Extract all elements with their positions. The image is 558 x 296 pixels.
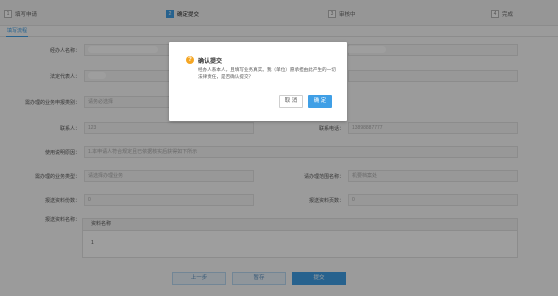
- dialog-title: 确认提交: [198, 59, 223, 65]
- confirm-submit-dialog: ? 确认提交 经办人系本人，且填写业务真实。我（单位）愿承担由此产生的一切法律责…: [169, 42, 347, 121]
- cancel-button[interactable]: 取 消: [279, 95, 303, 108]
- confirm-button[interactable]: 确 定: [308, 95, 332, 108]
- dialog-message: 经办人系本人，且填写业务真实。我（单位）愿承担由此产生的一切法律责任，是否确认提…: [198, 67, 336, 79]
- warning-icon: ?: [186, 56, 194, 64]
